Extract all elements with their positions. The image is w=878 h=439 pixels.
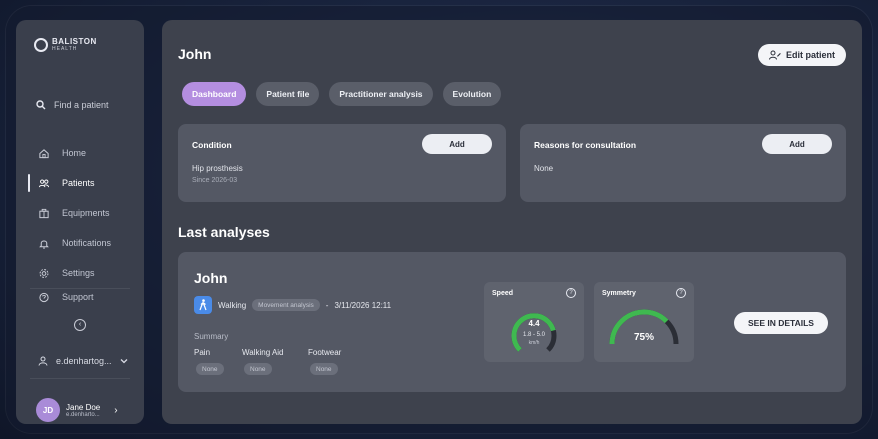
gear-icon: [39, 268, 49, 278]
condition-value: Hip prosthesis: [192, 164, 243, 173]
edit-user-icon: [769, 50, 781, 60]
reasons-card: Reasons for consultation Add None: [520, 124, 846, 202]
analysis-date: 3/11/2026 12:11: [334, 300, 392, 310]
brand-sub: HEALTH: [52, 46, 78, 52]
pain-value: None: [196, 363, 224, 375]
summary-fields: Pain Walking Aid Footwear: [194, 348, 341, 357]
sidebar-item-patients[interactable]: Patients: [16, 168, 144, 198]
footwear-label: Footwear: [308, 348, 342, 357]
sidebar-item-label: Settings: [62, 268, 95, 278]
analysis-type-badge: Movement analysis: [252, 299, 320, 311]
logo-icon: [34, 38, 48, 52]
pain-label: Pain: [194, 348, 211, 357]
last-analyses-title: Last analyses: [178, 224, 270, 240]
account-label: e.denhartog...: [56, 356, 112, 366]
sidebar-item-label: Equipments: [62, 208, 110, 218]
brand-logo[interactable]: BALISTON HEALTH: [34, 38, 97, 52]
speed-metric: Speed ? 4.4 1.8 - 5.0 km/h: [484, 282, 584, 362]
see-in-details-button[interactable]: SEE IN DETAILS: [734, 312, 828, 334]
analysis-patient-name: John: [194, 270, 228, 286]
patient-search[interactable]: Find a patient: [36, 100, 109, 110]
search-icon: [36, 100, 46, 110]
analysis-separator: -: [325, 300, 329, 310]
walking-aid-value: None: [244, 363, 272, 375]
support-icon: [39, 292, 49, 303]
sidebar-item-label: Patients: [62, 178, 95, 188]
sidebar-item-home[interactable]: Home: [16, 138, 144, 168]
chevron-down-icon: [120, 359, 128, 364]
search-placeholder: Find a patient: [54, 100, 109, 110]
chevron-right-icon: ›: [114, 404, 118, 416]
patient-tabs: Dashboard Patient file Practitioner anal…: [182, 82, 502, 106]
user-email: e.denharto...: [66, 411, 100, 418]
sidebar-item-label: Home: [62, 148, 87, 158]
user-name: Jane Doe: [66, 402, 101, 412]
sidebar-item-label: Notifications: [62, 238, 112, 248]
sidebar: BALISTON HEALTH Find a patient Home Pati…: [16, 20, 144, 424]
collapse-icon: ‹: [78, 321, 82, 328]
speed-gauge: 4.4 1.8 - 5.0 km/h: [511, 313, 557, 352]
speed-range: 1.8 - 5.0: [523, 332, 546, 338]
account-switcher[interactable]: e.denhartog...: [38, 356, 128, 366]
edit-patient-button[interactable]: Edit patient: [758, 44, 846, 66]
speed-unit: km/h: [529, 340, 540, 346]
tab-evolution[interactable]: Evolution: [442, 82, 502, 106]
summary-label: Summary: [194, 332, 229, 341]
sidebar-nav: Home Patients Equipments Notifications S…: [16, 138, 144, 308]
collapse-sidebar-button[interactable]: ‹: [74, 319, 86, 331]
page-title: John: [178, 46, 212, 62]
walking-icon: [194, 296, 212, 314]
brand-name: BALISTON: [52, 37, 97, 46]
sidebar-item-settings[interactable]: Settings: [16, 258, 144, 288]
condition-title: Condition: [192, 140, 232, 150]
analysis-meta: Walking Movement analysis - 3/11/2026 12…: [194, 296, 391, 314]
condition-since: Since 2026-03: [192, 177, 238, 184]
user-icon: [38, 356, 48, 366]
sidebar-item-notifications[interactable]: Notifications: [16, 228, 144, 258]
edit-patient-label: Edit patient: [786, 50, 835, 60]
avatar: JD: [36, 398, 60, 422]
symmetry-metric: Symmetry ? 75%: [594, 282, 694, 362]
symmetry-gauge: 75%: [609, 309, 679, 345]
sidebar-item-equipments[interactable]: Equipments: [16, 198, 144, 228]
tab-patient-file[interactable]: Patient file: [256, 82, 320, 106]
reasons-title: Reasons for consultation: [534, 140, 637, 150]
condition-card: Condition Add Hip prosthesis Since 2026-…: [178, 124, 506, 202]
analysis-card[interactable]: John Walking Movement analysis - 3/11/20…: [178, 252, 846, 392]
tab-practitioner-analysis[interactable]: Practitioner analysis: [329, 82, 433, 106]
account-divider: [30, 378, 130, 379]
patients-icon: [38, 179, 50, 187]
user-profile[interactable]: JD Jane Doe e.denharto... ›: [36, 392, 140, 428]
add-reason-button[interactable]: Add: [762, 134, 832, 154]
tab-dashboard[interactable]: Dashboard: [182, 82, 247, 106]
bell-icon: [39, 239, 49, 249]
symmetry-value: 75%: [634, 332, 654, 343]
sidebar-item-support[interactable]: Support: [16, 288, 144, 308]
speed-value: 4.4: [528, 319, 540, 328]
footwear-value: None: [310, 363, 338, 375]
home-icon: [39, 148, 49, 158]
sidebar-item-label: Support: [62, 292, 94, 302]
walking-aid-label: Walking Aid: [242, 348, 284, 357]
analysis-activity: Walking: [218, 300, 247, 310]
main-panel: John Edit patient Dashboard Patient file…: [162, 20, 862, 424]
add-condition-button[interactable]: Add: [422, 134, 492, 154]
equipment-icon: [39, 208, 49, 218]
reasons-value: None: [534, 164, 554, 173]
